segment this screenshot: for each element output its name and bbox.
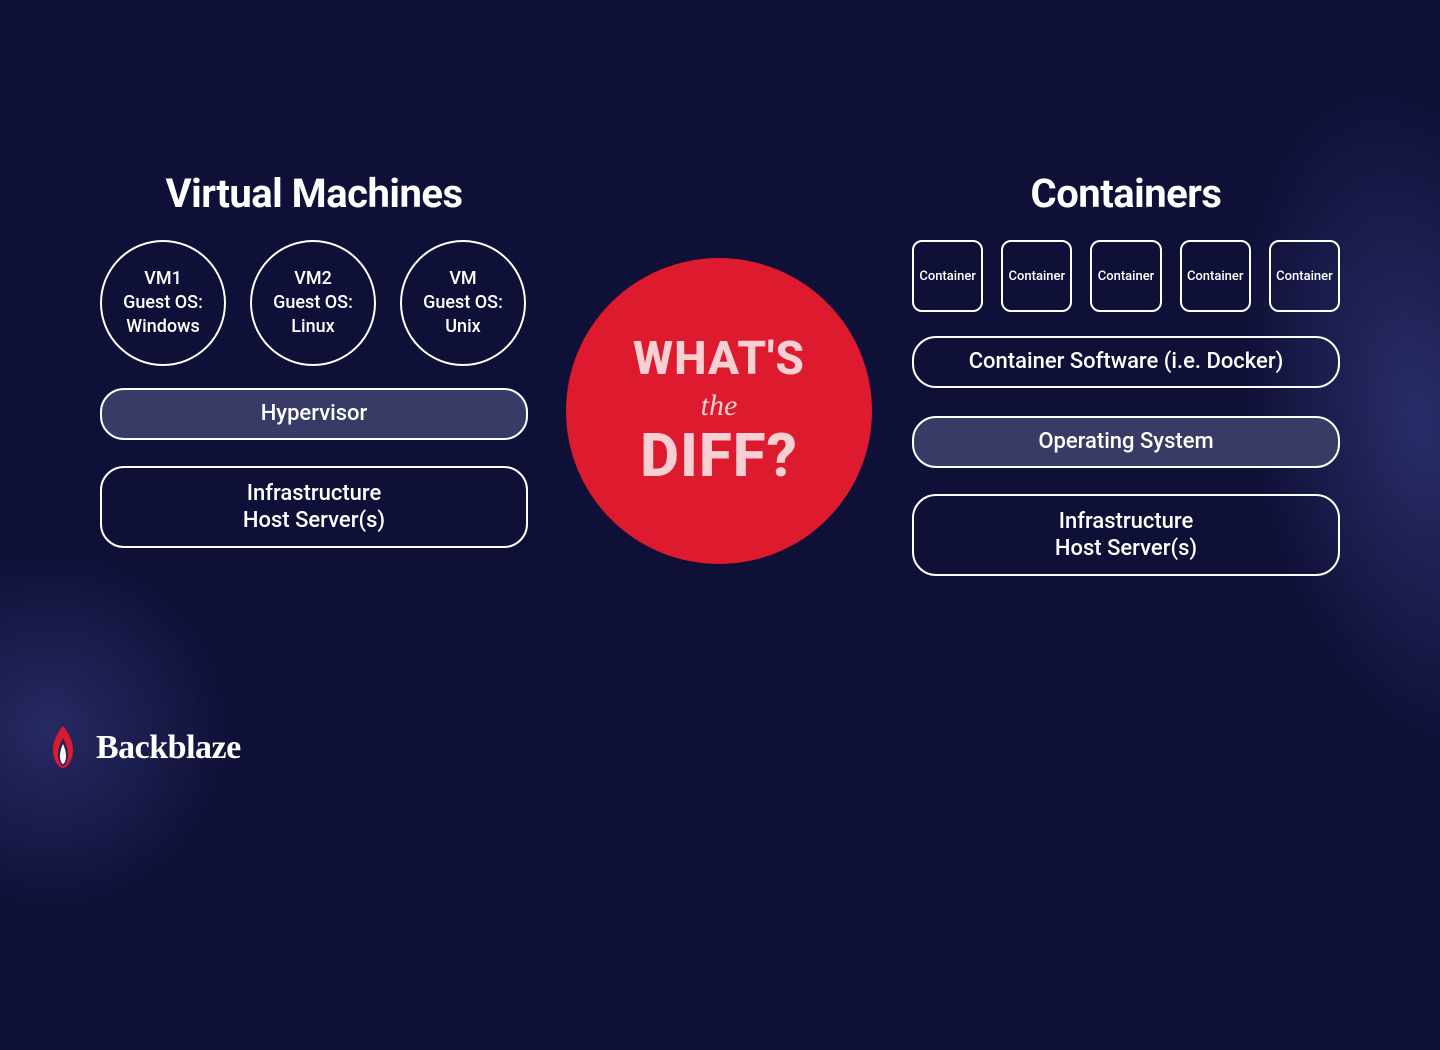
container-box-5: Container	[1269, 240, 1340, 312]
badge-line-2: the	[701, 389, 738, 422]
vm-infrastructure-layer: Infrastructure Host Server(s)	[100, 466, 528, 548]
vm-circle-2-guest-label: Guest OS:	[273, 291, 353, 315]
brand-logo: Backblaze	[44, 724, 241, 772]
vm-circle-3-os: Unix	[445, 315, 480, 339]
vm-circle-1-guest-label: Guest OS:	[123, 291, 203, 315]
vm-circle-row: VM1 Guest OS: Windows VM2 Guest OS: Linu…	[100, 240, 526, 366]
vm-circle-3: VM Guest OS: Unix	[400, 240, 526, 366]
center-badge: WHAT'S the DIFF?	[566, 258, 872, 564]
vm-circle-2-os: Linux	[291, 315, 334, 339]
container-box-1: Container	[912, 240, 983, 312]
container-box-4: Container	[1180, 240, 1251, 312]
container-infrastructure-layer: Infrastructure Host Server(s)	[912, 494, 1340, 576]
diagram-canvas: Virtual Machines VM1 Guest OS: Windows V…	[0, 0, 1440, 820]
container-os-label: Operating System	[1038, 428, 1213, 456]
vm-circle-2: VM2 Guest OS: Linux	[250, 240, 376, 366]
badge-line-3: DIFF?	[640, 424, 798, 487]
container-software-layer: Container Software (i.e. Docker)	[912, 336, 1340, 388]
container-infra-line2: Host Server(s)	[1055, 535, 1197, 563]
vm-circle-1-name: VM1	[144, 267, 182, 291]
vm-hypervisor-layer: Hypervisor	[100, 388, 528, 440]
container-box-3: Container	[1090, 240, 1161, 312]
vm-circle-3-name: VM	[449, 267, 476, 291]
vm-infra-line1: Infrastructure	[247, 480, 382, 508]
vm-hypervisor-label: Hypervisor	[261, 400, 368, 428]
vm-infra-line2: Host Server(s)	[243, 507, 385, 535]
container-box-2: Container	[1001, 240, 1072, 312]
container-box-row: Container Container Container Container …	[912, 240, 1340, 312]
brand-name: Backblaze	[96, 729, 241, 767]
vm-circle-2-name: VM2	[294, 267, 332, 291]
badge-line-1: WHAT'S	[633, 335, 805, 383]
container-os-layer: Operating System	[912, 416, 1340, 468]
vm-circle-3-guest-label: Guest OS:	[423, 291, 503, 315]
container-infra-line1: Infrastructure	[1059, 508, 1194, 536]
vm-circle-1: VM1 Guest OS: Windows	[100, 240, 226, 366]
container-software-label: Container Software (i.e. Docker)	[969, 348, 1284, 376]
containers-heading: Containers	[912, 170, 1340, 217]
flame-icon	[44, 724, 82, 772]
vm-heading: Virtual Machines	[100, 170, 528, 217]
vm-circle-1-os: Windows	[126, 315, 199, 339]
